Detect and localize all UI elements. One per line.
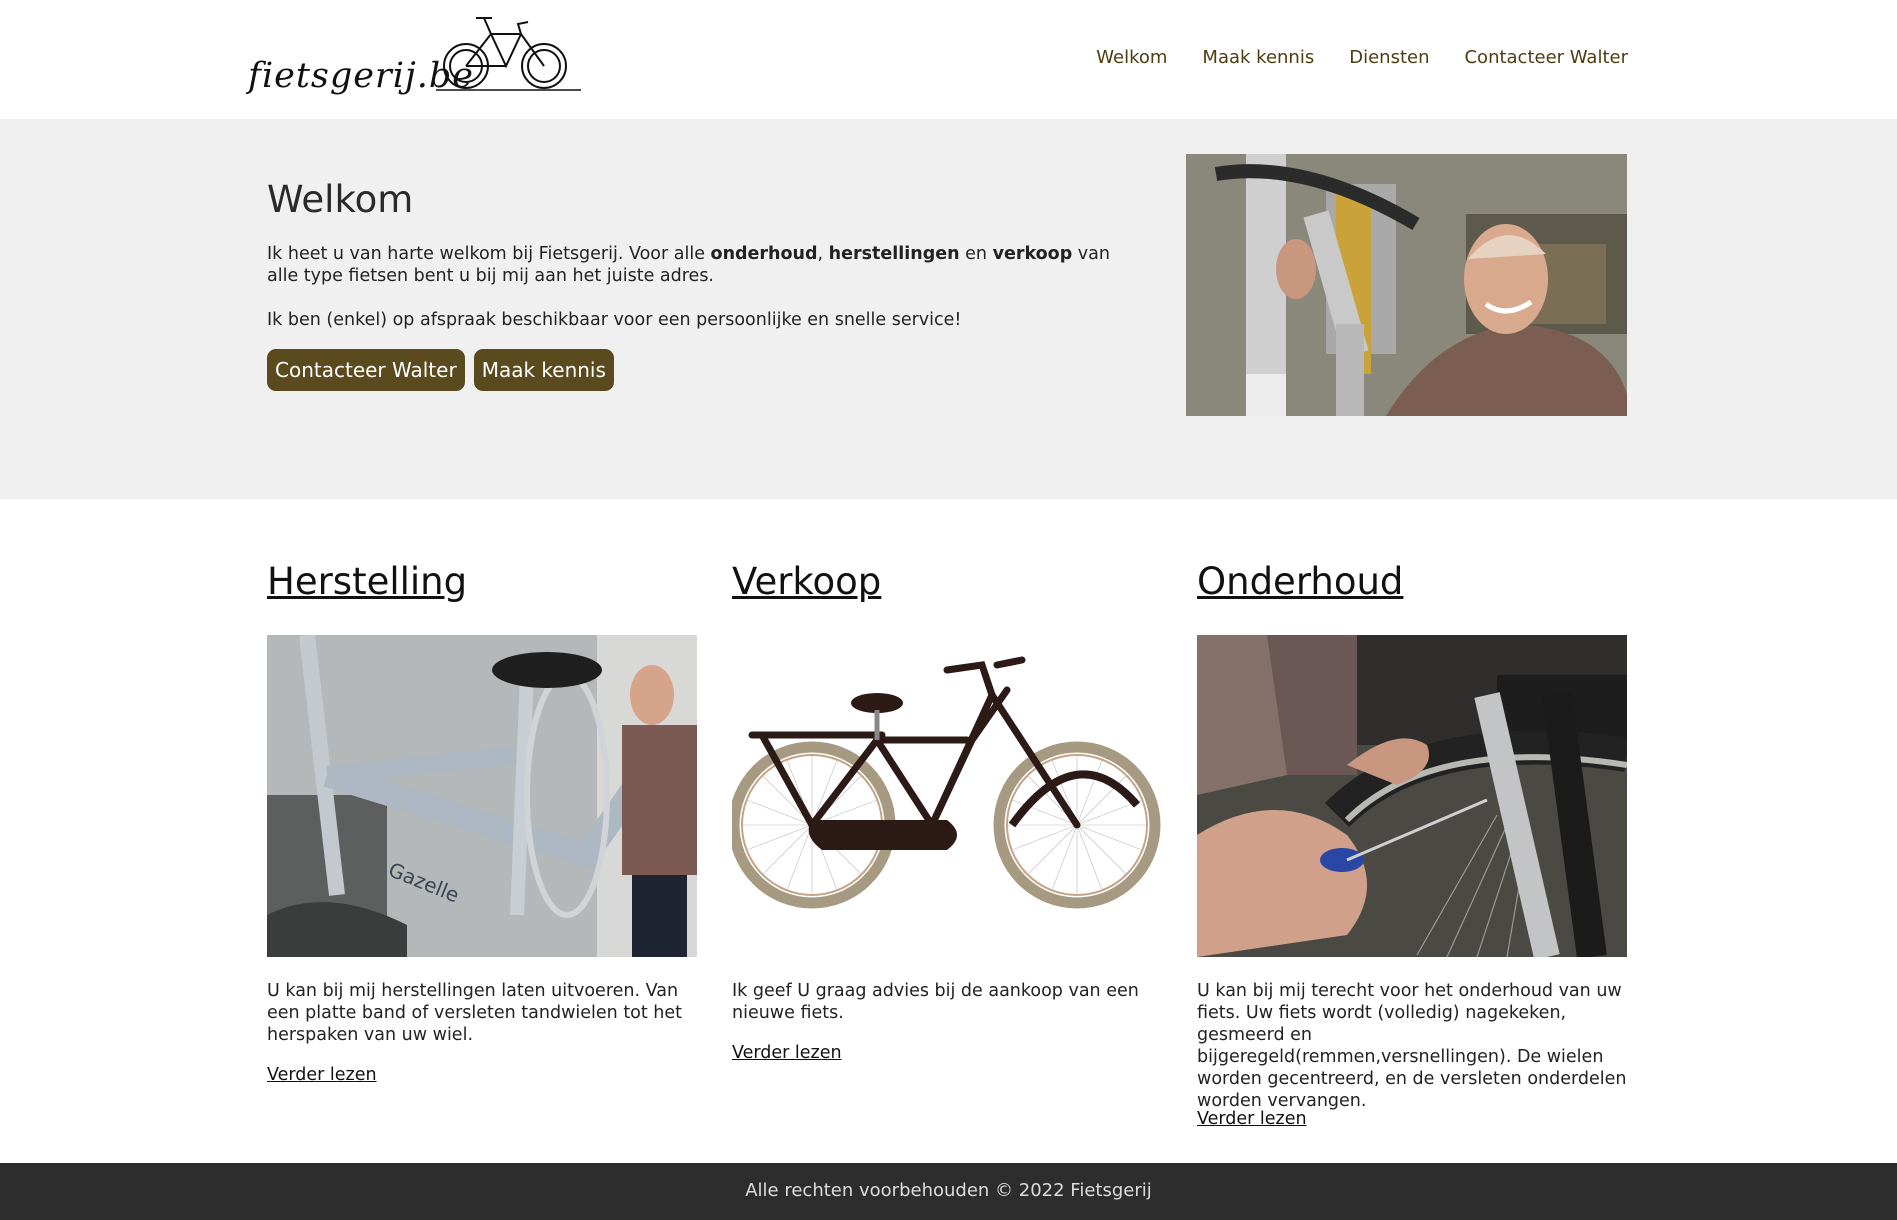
hero-photo-mechanic — [1186, 154, 1627, 416]
site-logo[interactable]: fietsgerij.be — [248, 14, 583, 100]
hero-section: Welkom Ik heet u van harte welkom bij Fi… — [0, 119, 1897, 499]
main-nav: Welkom Maak kennis Diensten Contacteer W… — [1096, 47, 1628, 68]
site-footer: Alle rechten voorbehouden © 2022 Fietsge… — [0, 1163, 1897, 1220]
meet-button[interactable]: Maak kennis — [473, 349, 614, 391]
nav-maak-kennis[interactable]: Maak kennis — [1202, 47, 1314, 68]
site-header: fietsgerij.be Welkom Maak kennis Dienste… — [0, 0, 1897, 119]
bicycle-logo-icon — [436, 17, 581, 91]
read-more-onderhoud-link[interactable]: Verder lezen — [1197, 1109, 1307, 1129]
card-title-verkoop[interactable]: Verkoop — [732, 560, 881, 603]
read-more-verkoop-link[interactable]: Verder lezen — [732, 1043, 842, 1063]
photo-verkoop-bicycle — [732, 635, 1162, 957]
nav-diensten[interactable]: Diensten — [1349, 47, 1429, 68]
card-text-verkoop: Ik geef U graag advies bij de aankoop va… — [732, 981, 1139, 1023]
read-more-herstelling-link[interactable]: Verder lezen — [267, 1065, 377, 1085]
hero-buttons: Contacteer Walter Maak kennis — [267, 349, 614, 391]
card-text-herstelling: U kan bij mij herstellingen laten uitvoe… — [267, 981, 683, 1045]
nav-welkom[interactable]: Welkom — [1096, 47, 1167, 68]
footer-copyright: Alle rechten voorbehouden © 2022 Fietsge… — [745, 1180, 1152, 1201]
card-text-onderhoud: U kan bij mij terecht voor het onderhoud… — [1197, 981, 1627, 1111]
card-verkoop: Verkoop Ik geef U graag advies bij de aa… — [732, 560, 1162, 1063]
card-herstelling: Herstelling Gazelle U kan bij mij herste… — [267, 560, 697, 1100]
hero-title: Welkom — [267, 178, 414, 221]
nav-contacteer-walter[interactable]: Contacteer Walter — [1464, 47, 1628, 68]
hero-appointment-text: Ik ben (enkel) op afspraak beschikbaar v… — [267, 310, 962, 330]
contact-walter-button[interactable]: Contacteer Walter — [267, 349, 465, 391]
card-onderhoud: Onderhoud U kan bij mij terecht voor het… — [1197, 560, 1627, 1130]
card-title-onderhoud[interactable]: Onderhoud — [1197, 560, 1403, 603]
card-title-herstelling[interactable]: Herstelling — [267, 560, 467, 603]
hero-intro-text: Ik heet u van harte welkom bij Fietsgeri… — [267, 244, 1110, 286]
photo-herstelling: Gazelle — [267, 635, 697, 957]
photo-onderhoud — [1197, 635, 1627, 957]
